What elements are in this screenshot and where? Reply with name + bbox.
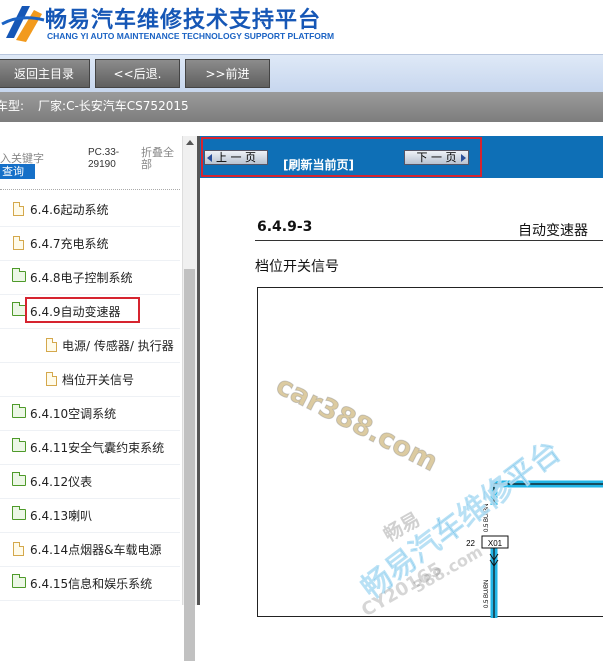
pin-number: 22 xyxy=(466,539,475,548)
chang-yi-logo-icon xyxy=(1,6,45,42)
folder-open-icon xyxy=(12,302,26,316)
tree-item-gear-switch-signal[interactable]: 档位开关信号 xyxy=(0,363,180,397)
tree-item-power-sensor-actuator[interactable]: 电源/ 传感器/ 执行器 xyxy=(0,329,180,363)
wire-label-lower: 0.5 BU/BN xyxy=(484,580,490,608)
tree-item-infotainment[interactable]: 6.4.15信息和娱乐系统 xyxy=(0,567,180,601)
tree-item-label: 6.4.14点烟器&车载电源 xyxy=(30,543,162,557)
collapse-all-button[interactable]: 折叠全部 xyxy=(141,147,181,171)
pc-code: PC.33-29190 xyxy=(88,147,120,170)
tree-item-charging-system[interactable]: 6.4.7充电系统 xyxy=(0,227,180,261)
tree-item-label: 6.4.10空调系统 xyxy=(30,407,117,421)
wiring-diagram: X01 22 0.5 BU/BN 0.5 BU/BN xyxy=(257,287,603,618)
folder-icon xyxy=(12,574,26,588)
navigation-bar: 返回主目录 <<后退. >>前进 xyxy=(0,54,603,93)
wiring-diagram-canvas: X01 22 0.5 BU/BN 0.5 BU/BN xyxy=(466,480,603,618)
section-number: 6.4.9-3 xyxy=(257,219,313,235)
file-icon xyxy=(13,542,24,556)
folder-icon xyxy=(12,404,26,418)
tree-item-label: 6.4.8电子控制系统 xyxy=(30,271,133,285)
tree-item-label: 档位开关信号 xyxy=(62,373,135,387)
tree-scrollbar[interactable] xyxy=(182,136,197,661)
document-page: 6.4.9-3 自动变速器 档位开关信号 X01 22 0.5 BU/BN 0.… xyxy=(200,178,603,618)
header-divider xyxy=(0,189,180,190)
back-button[interactable]: <<后退. xyxy=(95,59,180,88)
app-header: 畅易汽车维修技术支持平台 CHANG YI AUTO MAINTENANCE T… xyxy=(0,0,603,54)
file-icon xyxy=(46,372,57,386)
catalog-tree-panel: 入关键字 查询 PC.33-29190 折叠全部 6.4.6起动系统 6.4.7… xyxy=(0,136,197,605)
connector-label: X01 xyxy=(488,539,503,548)
forward-button[interactable]: >>前进 xyxy=(185,59,270,88)
tree-item-label: 6.4.6起动系统 xyxy=(30,203,109,217)
platform-title: 畅易汽车维修技术支持平台 xyxy=(45,8,322,33)
tree-item-label: 6.4.7充电系统 xyxy=(30,237,109,251)
tree-item-electronic-control[interactable]: 6.4.8电子控制系统 xyxy=(0,261,180,295)
folder-icon xyxy=(12,506,26,520)
tree-item-instrument[interactable]: 6.4.12仪表 xyxy=(0,465,180,499)
query-button[interactable]: 查询 xyxy=(0,164,35,179)
tree-item-label: 电源/ 传感器/ 执行器 xyxy=(62,339,174,353)
car-model-bar: 车型: 厂家:C-长安汽车CS752015 xyxy=(0,92,603,122)
tree-item-label: 6.4.15信息和娱乐系统 xyxy=(30,577,153,591)
section-rule xyxy=(255,240,603,241)
scroll-up-arrow-icon[interactable] xyxy=(186,140,194,145)
file-icon xyxy=(13,202,24,216)
tree-item-airbag-system[interactable]: 6.4.11安全气囊约束系统 xyxy=(0,431,180,465)
tree-item-horn[interactable]: 6.4.13喇叭 xyxy=(0,499,180,533)
selected-item-highlight xyxy=(25,297,140,323)
section-name: 自动变速器 xyxy=(518,223,588,239)
home-button[interactable]: 返回主目录 xyxy=(0,59,90,88)
wire-trace-outer xyxy=(490,480,603,505)
scroll-thumb[interactable] xyxy=(184,269,195,661)
tree-item-label: 6.4.12仪表 xyxy=(30,475,93,489)
model-label: 车型: xyxy=(0,99,25,113)
tree-item-air-conditioning[interactable]: 6.4.10空调系统 xyxy=(0,397,180,431)
folder-icon xyxy=(12,472,26,486)
tree-item-starting-system[interactable]: 6.4.6起动系统 xyxy=(0,193,180,227)
tree-item-label: 6.4.13喇叭 xyxy=(30,509,93,523)
wire-label-upper: 0.5 BU/BN xyxy=(484,504,490,532)
file-icon xyxy=(13,236,24,250)
file-icon xyxy=(46,338,57,352)
platform-subtitle: CHANG YI AUTO MAINTENANCE TECHNOLOGY SUP… xyxy=(47,31,335,41)
tree-item-label: 6.4.11安全气囊约束系统 xyxy=(30,441,165,455)
tree-item-cigarette-lighter[interactable]: 6.4.14点烟器&车载电源 xyxy=(0,533,180,567)
page-nav-highlight xyxy=(201,137,482,177)
diagram-title: 档位开关信号 xyxy=(255,259,339,275)
folder-icon xyxy=(12,268,26,282)
folder-icon xyxy=(12,438,26,452)
tree-search-header: 入关键字 查询 PC.33-29190 折叠全部 xyxy=(0,136,180,180)
model-maker: 厂家:C-长安汽车CS752015 xyxy=(38,99,189,113)
